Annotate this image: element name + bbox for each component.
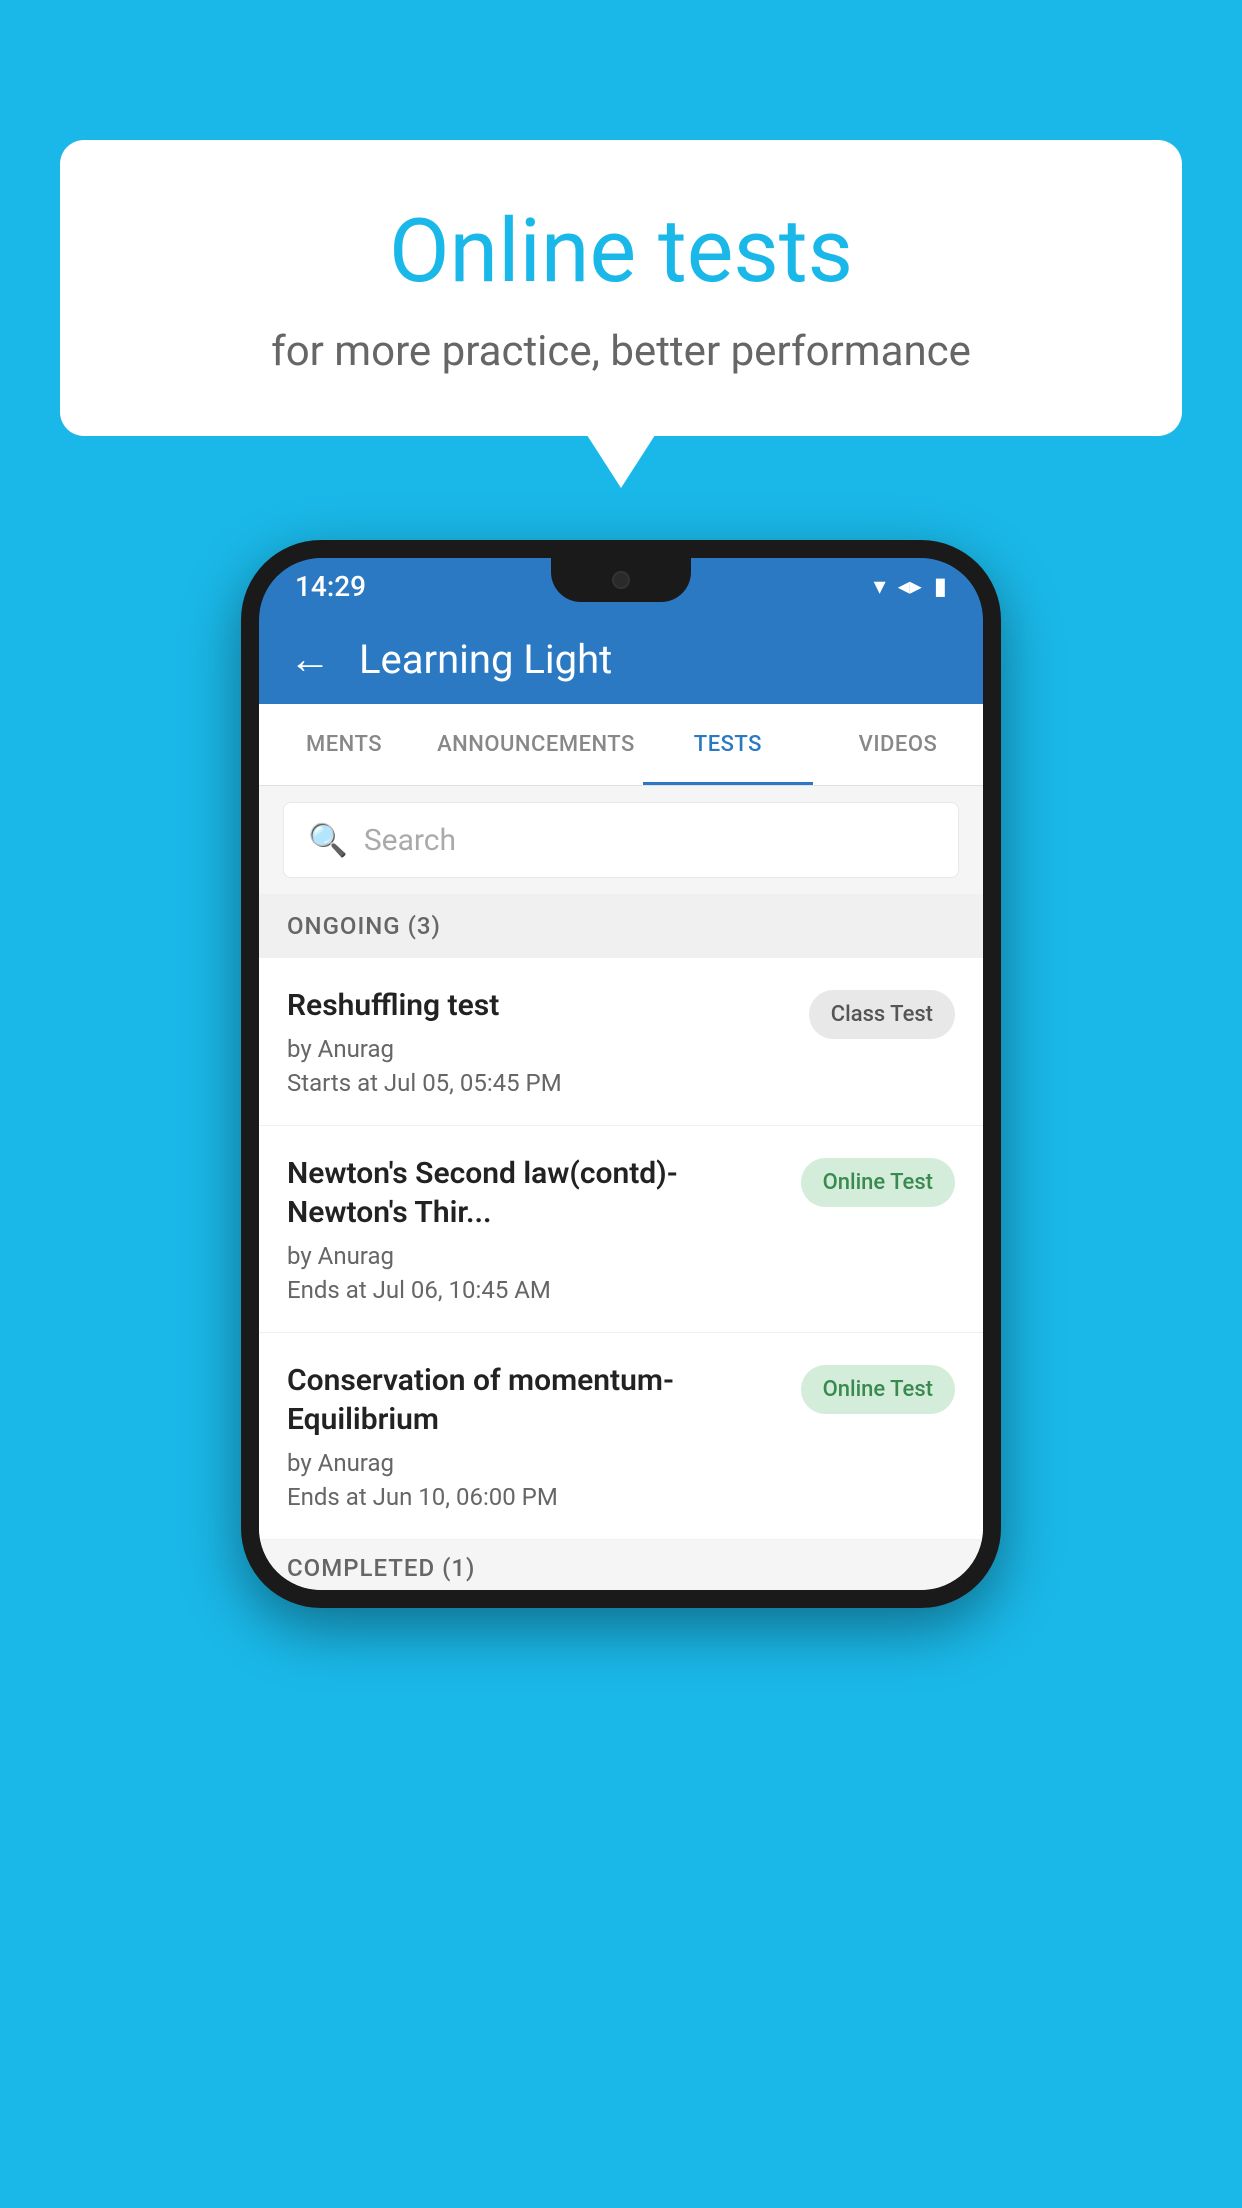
phone-frame: 14:29 ▾ ◂▸ ▮ ← Learning Light	[241, 540, 1001, 1608]
test-badge-conservation: Online Test	[801, 1365, 955, 1414]
search-bar[interactable]: 🔍 Search	[283, 802, 959, 878]
battery-icon: ▮	[934, 572, 947, 600]
tab-ments[interactable]: MENTS	[259, 704, 429, 785]
test-info-newton: Newton's Second law(contd)-Newton's Thir…	[287, 1154, 785, 1304]
phone-frame-container: 14:29 ▾ ◂▸ ▮ ← Learning Light	[241, 540, 1001, 1608]
wifi-icon: ▾	[874, 572, 886, 600]
test-badge-newton: Online Test	[801, 1158, 955, 1207]
tab-tests[interactable]: TESTS	[643, 704, 813, 785]
test-by-newton: by Anurag	[287, 1242, 785, 1270]
app-title: Learning Light	[359, 636, 612, 683]
tabs-container: MENTS ANNOUNCEMENTS TESTS VIDEOS	[259, 704, 983, 786]
test-by-conservation: by Anurag	[287, 1449, 785, 1477]
test-item-newton[interactable]: Newton's Second law(contd)-Newton's Thir…	[259, 1126, 983, 1333]
phone-notch	[551, 558, 691, 602]
phone-inner: MENTS ANNOUNCEMENTS TESTS VIDEOS 🔍	[259, 704, 983, 1590]
status-icons: ▾ ◂▸ ▮	[874, 572, 947, 600]
signal-icon: ◂▸	[898, 572, 922, 600]
search-icon: 🔍	[308, 821, 348, 859]
speech-bubble: Online tests for more practice, better p…	[60, 140, 1182, 436]
app-header: ← Learning Light	[259, 614, 983, 704]
bubble-title: Online tests	[120, 200, 1122, 303]
camera-dot	[612, 571, 630, 589]
ongoing-section-header: ONGOING (3)	[259, 894, 983, 958]
test-time-reshuffling: Starts at Jul 05, 05:45 PM	[287, 1069, 793, 1097]
test-name-conservation: Conservation of momentum-Equilibrium	[287, 1361, 785, 1439]
test-time-newton: Ends at Jul 06, 10:45 AM	[287, 1276, 785, 1304]
test-info-conservation: Conservation of momentum-Equilibrium by …	[287, 1361, 785, 1511]
bubble-subtitle: for more practice, better performance	[120, 327, 1122, 376]
test-time-conservation: Ends at Jun 10, 06:00 PM	[287, 1483, 785, 1511]
phone-notch-area: 14:29 ▾ ◂▸ ▮ ← Learning Light	[259, 558, 983, 704]
test-by-reshuffling: by Anurag	[287, 1035, 793, 1063]
test-name-reshuffling: Reshuffling test	[287, 986, 793, 1025]
status-time: 14:29	[295, 570, 366, 603]
test-item-conservation[interactable]: Conservation of momentum-Equilibrium by …	[259, 1333, 983, 1540]
tab-videos[interactable]: VIDEOS	[813, 704, 983, 785]
completed-label: COMPLETED (1)	[287, 1554, 475, 1582]
back-button[interactable]: ←	[289, 635, 331, 684]
completed-section-header: COMPLETED (1)	[259, 1540, 983, 1590]
test-name-newton: Newton's Second law(contd)-Newton's Thir…	[287, 1154, 785, 1232]
search-container: 🔍 Search	[259, 786, 983, 894]
search-placeholder: Search	[364, 823, 456, 858]
ongoing-label: ONGOING (3)	[287, 912, 441, 940]
speech-bubble-container: Online tests for more practice, better p…	[60, 140, 1182, 436]
status-bar: 14:29 ▾ ◂▸ ▮	[259, 558, 983, 614]
test-item-reshuffling[interactable]: Reshuffling test by Anurag Starts at Jul…	[259, 958, 983, 1126]
test-info-reshuffling: Reshuffling test by Anurag Starts at Jul…	[287, 986, 793, 1097]
phone-screen: 14:29 ▾ ◂▸ ▮ ← Learning Light	[259, 558, 983, 1590]
tab-announcements[interactable]: ANNOUNCEMENTS	[429, 704, 643, 785]
test-badge-reshuffling: Class Test	[809, 990, 955, 1039]
